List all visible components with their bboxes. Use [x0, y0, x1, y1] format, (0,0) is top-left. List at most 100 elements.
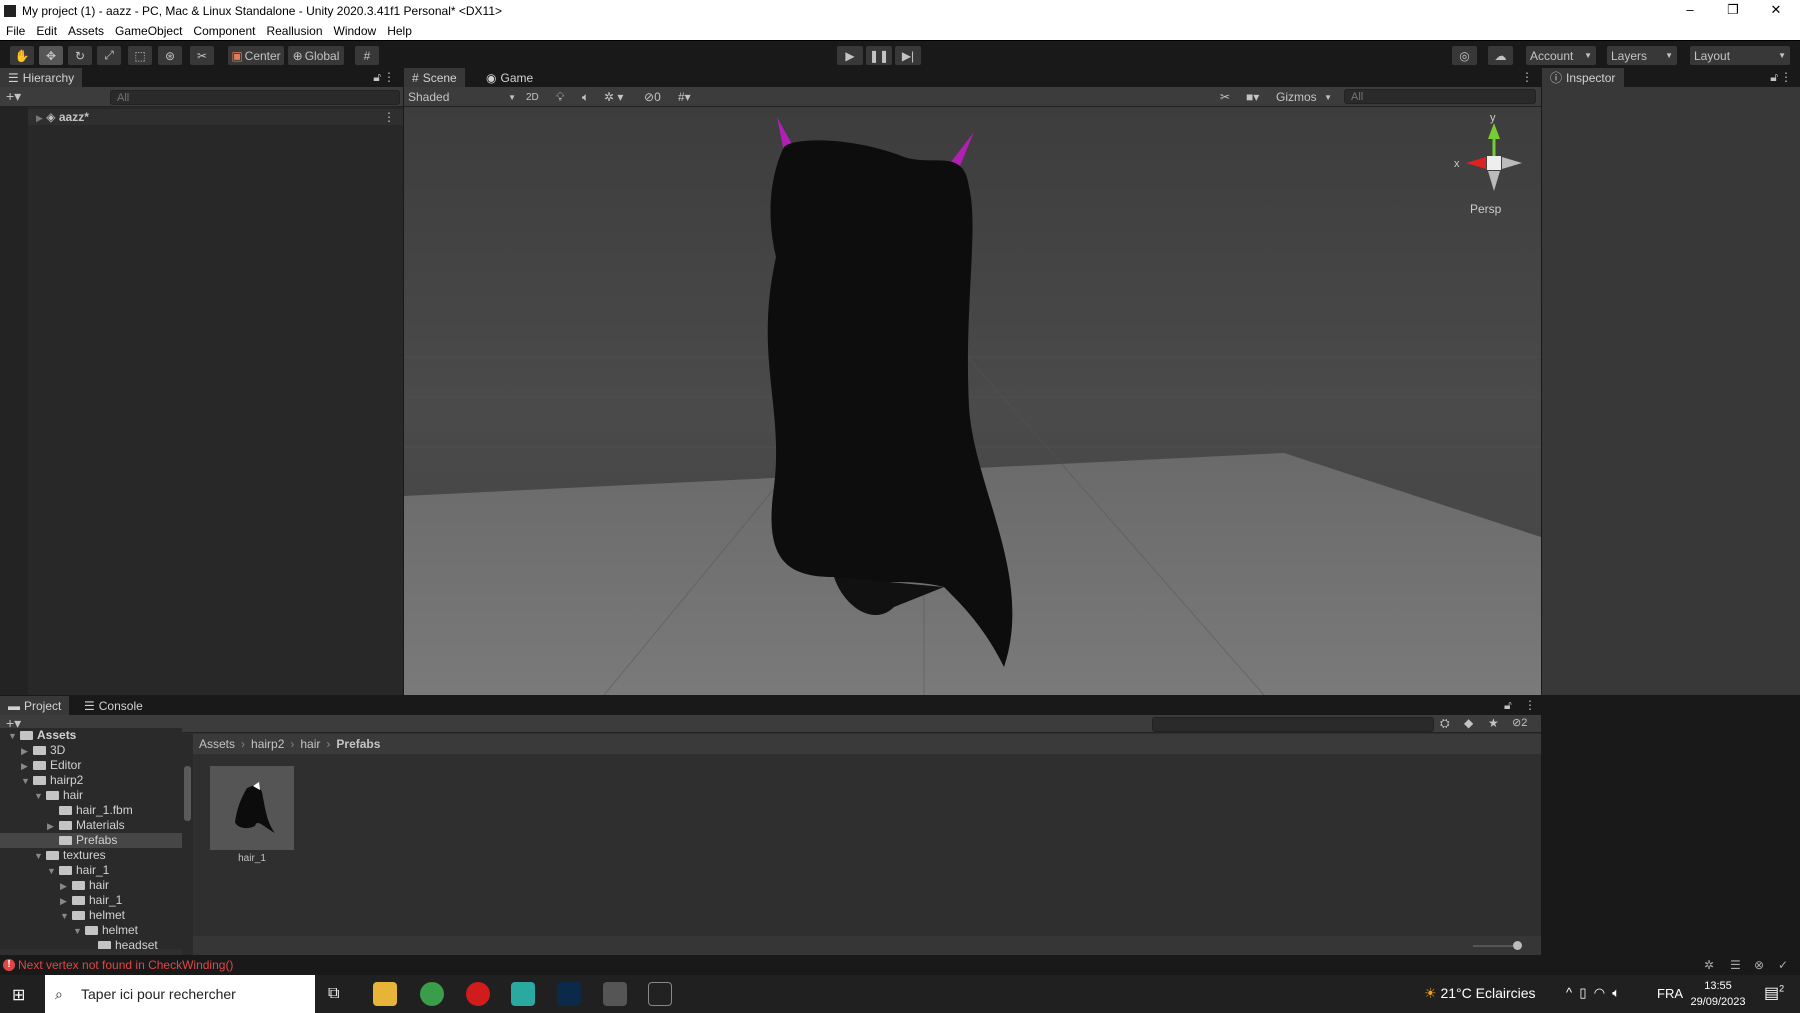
task-view-icon[interactable]: ⧉ — [328, 985, 339, 1003]
account-dropdown[interactable]: Account ▼ — [1526, 46, 1596, 65]
notifications-icon[interactable]: ▤2 — [1764, 983, 1784, 1003]
pause-button[interactable]: ❚❚ — [866, 46, 892, 65]
expand-arrow-icon[interactable]: ▶ — [21, 759, 33, 774]
expand-arrow-icon[interactable]: ▼ — [47, 864, 59, 879]
breadcrumb-assets[interactable]: Assets — [199, 737, 235, 751]
search-by-type-icon[interactable]: ⛭ — [1440, 716, 1450, 731]
breadcrumb-hair[interactable]: hair — [300, 737, 320, 751]
folder-tree-item[interactable]: ▼ Assets — [0, 728, 182, 743]
lock-icon[interactable]: 🔓︎ — [1770, 70, 1778, 85]
expand-arrow-icon[interactable]: ▶ — [21, 744, 33, 759]
hand-tool-button[interactable]: ✋ — [10, 46, 34, 65]
scene-viewport[interactable]: y x Persp — [404, 107, 1541, 695]
expand-arrow-icon[interactable]: ▼ — [34, 849, 46, 864]
search-by-label-icon[interactable]: ◆ — [1464, 716, 1473, 730]
menu-component[interactable]: Component — [193, 24, 255, 38]
step-button[interactable]: ▶| — [895, 46, 921, 65]
camera-dropdown-icon[interactable]: ■▾ — [1246, 89, 1259, 105]
opera-icon[interactable] — [466, 982, 490, 1006]
windows-start-icon[interactable]: ⊞ — [12, 985, 25, 1005]
grid-snap-button[interactable]: # — [355, 46, 379, 65]
database-icon[interactable]: ☰ — [1730, 955, 1741, 975]
folder-tree-item[interactable]: ▶ 3D — [0, 743, 182, 758]
lighting-toggle-icon[interactable]: 💡︎ — [556, 89, 564, 105]
grid-toggle-icon[interactable]: #▾ — [678, 89, 691, 105]
restore-button[interactable]: ❐ — [1713, 0, 1753, 21]
menu-file[interactable]: File — [6, 24, 25, 38]
more-menu-icon[interactable]: ⋮ — [1521, 70, 1533, 84]
folder-tree-item[interactable]: ▶ hair — [0, 878, 182, 893]
weather-widget[interactable]: ☀ 21°C Eclaircies — [1424, 985, 1536, 1002]
lock-icon[interactable]: 🔓︎ — [1504, 698, 1512, 713]
shading-mode-dropdown[interactable]: Shaded ▼ — [408, 89, 516, 105]
file-explorer-icon[interactable] — [373, 982, 397, 1006]
folder-tree-item[interactable]: hair_1.fbm — [0, 803, 182, 818]
pivot-global-button[interactable]: ⊕ Global — [288, 46, 344, 65]
chrome-icon[interactable] — [420, 982, 444, 1006]
debug-icon[interactable]: ✲ — [1704, 955, 1714, 975]
rect-tool-button[interactable]: ⬚ — [128, 46, 152, 65]
slider-handle[interactable] — [1513, 941, 1522, 950]
create-button[interactable]: +▾ — [6, 88, 21, 105]
hierarchy-search-input[interactable] — [110, 90, 400, 105]
tab-hierarchy[interactable]: ☰ Hierarchy — [0, 68, 83, 87]
rotate-tool-button[interactable]: ↻ — [68, 46, 92, 65]
folder-tree-item[interactable]: ▼ helmet — [0, 923, 182, 938]
folder-tree-item[interactable]: ▶ Materials — [0, 818, 182, 833]
expand-arrow-icon[interactable]: ▶ — [47, 819, 59, 834]
scene-search-input[interactable] — [1344, 89, 1536, 104]
unity-editor-icon[interactable] — [648, 982, 672, 1006]
tab-scene[interactable]: # Scene — [404, 68, 465, 87]
menu-help[interactable]: Help — [387, 24, 412, 38]
asset-item[interactable]: hair_1 — [210, 766, 294, 866]
more-menu-icon[interactable]: ⋮ — [383, 109, 395, 125]
folder-tree-item[interactable]: ▼ helmet — [0, 908, 182, 923]
effects-dropdown-icon[interactable]: ✲ ▾ — [604, 89, 623, 105]
clock[interactable]: 13:55 29/09/2023 — [1690, 978, 1746, 1010]
tab-project[interactable]: ▬ Project — [0, 696, 70, 715]
hidden-packages-toggle[interactable]: ⊘2 — [1512, 716, 1527, 729]
tree-scrollbar[interactable] — [182, 734, 193, 955]
expand-arrow-icon[interactable]: ▼ — [21, 774, 33, 789]
folder-tree-item[interactable]: ▼ hair — [0, 788, 182, 803]
custom-tool-button[interactable]: ✂ — [190, 46, 214, 65]
audio-toggle-icon[interactable]: 🔈︎ — [582, 89, 589, 105]
project-search-input[interactable] — [1152, 717, 1434, 732]
gizmos-dropdown[interactable]: Gizmos ▼ — [1276, 89, 1332, 105]
folder-tree-item[interactable]: ▼ hair_1 — [0, 863, 182, 878]
check-icon[interactable]: ✓ — [1778, 955, 1788, 975]
unity-hub-icon[interactable] — [603, 982, 627, 1006]
expand-arrow-icon[interactable]: ▼ — [73, 924, 85, 939]
expand-arrow-icon[interactable]: ▼ — [8, 729, 20, 744]
menu-window[interactable]: Window — [334, 24, 377, 38]
m-app-icon[interactable] — [511, 982, 535, 1006]
more-menu-icon[interactable]: ⋮ — [1780, 70, 1792, 84]
taskbar-search-input[interactable]: ⌕ Taper ici pour rechercher — [45, 975, 315, 1013]
folder-tree-item[interactable]: ▼ textures — [0, 848, 182, 863]
status-bar[interactable]: ! Next vertex not found in CheckWinding(… — [0, 955, 1800, 975]
expand-arrow-icon[interactable]: ▼ — [34, 789, 46, 804]
tools-icon[interactable]: ✂ — [1220, 89, 1230, 105]
hierarchy-item-scene[interactable]: ▶ ◈ aazz* ⋮ — [28, 109, 403, 125]
transform-tool-button[interactable]: ⊛ — [158, 46, 182, 65]
folder-tree-item[interactable]: ▶ hair_1 — [0, 893, 182, 908]
move-tool-button[interactable]: ✥ — [39, 46, 63, 65]
2d-toggle[interactable]: 2D — [526, 89, 539, 105]
cloud-icon[interactable]: ☁ — [1488, 46, 1513, 65]
tab-console[interactable]: ☰ Console — [76, 696, 151, 715]
layout-dropdown[interactable]: Layout ▼ — [1690, 46, 1790, 65]
breadcrumb-prefabs[interactable]: Prefabs — [336, 737, 380, 751]
menu-reallusion[interactable]: Reallusion — [266, 24, 322, 38]
pivot-center-button[interactable]: ▣ Center — [228, 46, 284, 65]
folder-tree-item[interactable]: Prefabs — [0, 833, 182, 848]
cache-icon[interactable]: ⊗ — [1754, 955, 1764, 975]
menu-edit[interactable]: Edit — [36, 24, 57, 38]
favorites-icon[interactable]: ★ — [1488, 716, 1499, 730]
menu-gameobject[interactable]: GameObject — [115, 24, 182, 38]
close-button[interactable]: ✕ — [1756, 0, 1796, 21]
collab-icon[interactable]: ◎ — [1452, 46, 1477, 65]
minimize-button[interactable]: – — [1670, 0, 1710, 21]
language-indicator[interactable]: FRA — [1657, 986, 1683, 1001]
tab-game[interactable]: ◉ Game — [478, 68, 541, 87]
play-button[interactable]: ▶ — [837, 46, 863, 65]
